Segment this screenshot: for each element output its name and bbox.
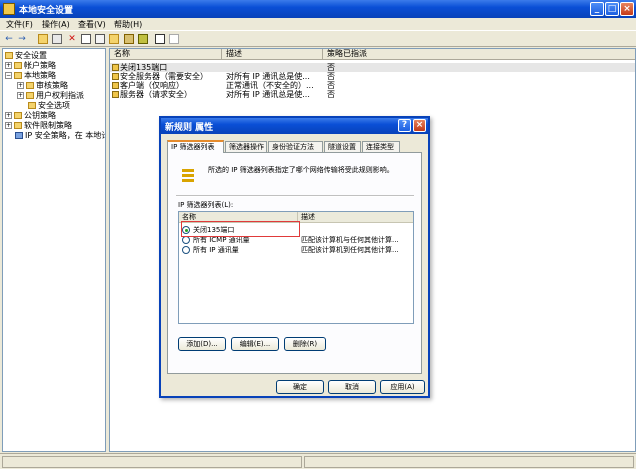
- assign-icon[interactable]: [138, 34, 148, 44]
- folder-icon: [14, 72, 22, 79]
- minimize-button[interactable]: _: [590, 2, 604, 16]
- column-header-assigned[interactable]: 策略已指派: [323, 49, 635, 60]
- remove-filter-button[interactable]: 删除(R): [284, 337, 326, 351]
- ip-security-icon: [15, 132, 23, 139]
- add-filter-button[interactable]: 添加(D)...: [178, 337, 226, 351]
- tree-item-audit-policy[interactable]: + 审核策略: [17, 81, 68, 91]
- policy-icon: [112, 64, 119, 71]
- console-tree: 安全设置 + 帐户策略 − 本地策略 + 审核策略 + 用户权利指派 安全选项 + 公钥策…: [2, 48, 106, 452]
- folder-icon: [26, 92, 34, 99]
- folder-icon: [5, 52, 13, 59]
- show-tree-icon[interactable]: [52, 34, 62, 44]
- edit-filter-button[interactable]: 编辑(E)...: [231, 337, 279, 351]
- menu-action[interactable]: 操作(A): [42, 19, 70, 30]
- title-bar[interactable]: 本地安全设置 _ □ ×: [0, 0, 636, 18]
- column-header-description[interactable]: 描述: [298, 212, 413, 223]
- table-row[interactable]: 服务器（请求安全） 对所有 IP 通讯总是使... 否: [110, 90, 635, 99]
- refresh-icon[interactable]: [95, 34, 105, 44]
- tab-tunnel-setting[interactable]: 隧道设置: [324, 141, 361, 152]
- policy-assign-icon[interactable]: [155, 34, 165, 44]
- tab-filter-action[interactable]: 筛选器操作: [225, 141, 267, 152]
- toolbar: ← → ✕: [0, 30, 636, 47]
- tree-item-local-policies[interactable]: − 本地策略: [5, 71, 56, 81]
- policy-icon: [112, 73, 119, 80]
- column-header-name[interactable]: 名称: [110, 49, 222, 60]
- delete-icon[interactable]: ✕: [67, 34, 77, 44]
- expand-icon[interactable]: +: [17, 92, 24, 99]
- app-icon: [3, 3, 15, 15]
- folder-icon: [14, 62, 22, 69]
- main-window: 本地安全设置 _ □ × 文件(F) 操作(A) 查看(V) 帮助(H) ← →…: [0, 0, 636, 469]
- column-header-description[interactable]: 描述: [222, 49, 323, 60]
- dialog-title: 新规则 属性: [165, 123, 214, 133]
- expand-icon[interactable]: +: [5, 112, 12, 119]
- collapse-icon[interactable]: −: [5, 72, 12, 79]
- table-row[interactable]: 客户端（仅响应） 正常通讯（不安全的）... 否: [110, 81, 635, 90]
- expand-icon[interactable]: +: [5, 122, 12, 129]
- apply-button[interactable]: 应用(A): [380, 380, 425, 394]
- tab-authentication[interactable]: 身份验证方法: [268, 141, 323, 152]
- cancel-button[interactable]: 取消: [328, 380, 376, 394]
- highlight-box: [181, 221, 300, 237]
- policy-icon: [112, 82, 119, 89]
- properties-icon[interactable]: [81, 34, 91, 44]
- expand-icon[interactable]: +: [5, 62, 12, 69]
- tree-item-software-restriction[interactable]: + 软件限制策略: [5, 121, 72, 131]
- tab-connection-type[interactable]: 连接类型: [362, 141, 400, 152]
- tree-item-security-options[interactable]: 安全选项: [28, 101, 70, 111]
- table-row[interactable]: 安全服务器（需要安全） 对所有 IP 通讯总是使... 否: [110, 72, 635, 81]
- filter-row[interactable]: 所有 IP 通讯量 匹配该计算机到任何其他计算...: [179, 245, 413, 255]
- tree-item-user-rights[interactable]: + 用户权利指派: [17, 91, 84, 101]
- dialog-title-bar[interactable]: 新规则 属性 ? ×: [161, 118, 428, 134]
- status-bar: [0, 453, 636, 469]
- ok-button[interactable]: 确定: [276, 380, 324, 394]
- tab-panel: 所选的 IP 筛选器列表指定了哪个网络传输将受此规则影响。 IP 筛选器列表(L…: [167, 152, 422, 374]
- menu-bar: 文件(F) 操作(A) 查看(V) 帮助(H): [0, 18, 636, 30]
- menu-view[interactable]: 查看(V): [78, 19, 106, 30]
- policy-unassign-icon[interactable]: [169, 34, 179, 44]
- divider: [176, 195, 414, 197]
- folder-icon: [26, 82, 34, 89]
- policy-icon: [112, 91, 119, 98]
- tree-item-security-settings[interactable]: 安全设置: [5, 51, 47, 61]
- folder-icon: [28, 102, 36, 109]
- expand-icon[interactable]: +: [17, 82, 24, 89]
- menu-help[interactable]: 帮助(H): [114, 19, 142, 30]
- menu-file[interactable]: 文件(F): [6, 19, 33, 30]
- filter-radio[interactable]: [182, 236, 190, 244]
- forward-icon[interactable]: →: [17, 34, 27, 44]
- tab-ip-filter-list[interactable]: IP 筛选器列表: [167, 140, 224, 153]
- filter-description: 所选的 IP 筛选器列表指定了哪个网络传输将受此规则影响。: [208, 166, 394, 174]
- table-row[interactable]: 关闭135端口 否: [110, 63, 635, 72]
- rule-properties-dialog: 新规则 属性 ? × IP 筛选器列表 筛选器操作 身份验证方法 隧道设置 连接…: [159, 116, 430, 398]
- manage-icon[interactable]: [124, 34, 134, 44]
- close-button[interactable]: ×: [620, 2, 634, 16]
- dialog-close-button[interactable]: ×: [413, 119, 426, 132]
- tree-item-public-key[interactable]: + 公钥策略: [5, 111, 56, 121]
- back-icon[interactable]: ←: [4, 34, 14, 44]
- filter-list-icon: [182, 167, 196, 187]
- tree-item-ip-security[interactable]: IP 安全策略，在 本地计: [15, 131, 105, 141]
- folder-icon: [14, 122, 22, 129]
- filter-radio[interactable]: [182, 246, 190, 254]
- maximize-button[interactable]: □: [605, 2, 619, 16]
- folder-icon: [14, 112, 22, 119]
- window-title: 本地安全设置: [19, 6, 74, 16]
- help-button[interactable]: ?: [398, 119, 411, 132]
- tree-item-account-policies[interactable]: + 帐户策略: [5, 61, 56, 71]
- up-folder-icon[interactable]: [38, 34, 48, 44]
- export-icon[interactable]: [109, 34, 119, 44]
- filter-list-label: IP 筛选器列表(L):: [178, 201, 234, 209]
- status-pane: [304, 456, 634, 468]
- status-pane: [2, 456, 302, 468]
